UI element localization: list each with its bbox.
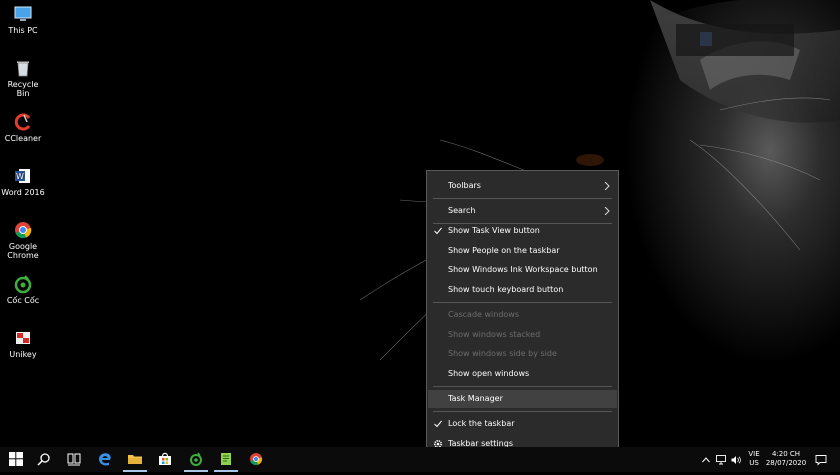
desktop-icon-label: Word 2016 [1,188,45,197]
clock-date: 28/07/2020 [765,459,807,467]
this-pc-icon [14,6,32,21]
coccoc-icon [190,452,202,466]
chevron-right-icon [604,207,610,215]
menu-item-label: Show Windows Ink Workspace button [448,265,598,274]
unikey-icon [16,332,30,344]
network-icon[interactable] [716,455,726,465]
menu-item-toolbars[interactable]: Toolbars [428,177,617,195]
check-icon [434,420,442,428]
input-language-indicator[interactable]: VIE US [746,450,762,475]
taskbar-app-store[interactable] [151,447,179,472]
menu-item-show-touch-keyboard[interactable]: Show touch keyboard button [428,281,617,299]
recycle-bin-icon [17,61,29,77]
menu-separator [433,198,612,199]
taskbar-app-file-explorer[interactable] [121,447,149,472]
menu-item-label: Search [448,206,476,215]
desktop-icon-label: Google Chrome [7,242,39,260]
search-button[interactable] [30,447,58,472]
menu-item-label: Cascade windows [448,310,520,319]
volume-icon[interactable] [731,455,741,465]
taskbar-app-edge[interactable] [91,447,119,472]
menu-item-label: Show windows side by side [448,349,557,358]
menu-item-label: Toolbars [448,181,481,190]
menu-item-show-task-view[interactable]: Show Task View button [428,222,617,240]
desktop-icon-this-pc[interactable]: This PC [0,4,46,35]
taskbar-app-coccoc[interactable] [182,447,210,472]
chevron-right-icon [604,182,610,190]
menu-item-label: Show windows stacked [448,330,541,339]
svg-text:W: W [16,172,24,181]
menu-separator [433,386,612,387]
desktop-icon-label: Unikey [9,350,37,359]
menu-item-label: Lock the taskbar [448,419,515,428]
search-icon [37,453,50,466]
clock[interactable]: 4:20 CH 28/07/2020 [764,450,808,475]
chrome-icon [15,222,32,239]
menu-item-label: Show open windows [448,369,530,378]
taskbar-context-menu: Toolbars Search Show Task View button Sh… [426,170,619,459]
desktop-icon-coccoc[interactable]: Cốc Cốc [0,274,46,305]
menu-item-show-people[interactable]: Show People on the taskbar [428,242,617,260]
ccleaner-icon [14,113,31,131]
notepad-icon [221,453,231,465]
menu-item-task-manager[interactable]: Task Manager [428,390,617,408]
check-icon [434,227,442,235]
taskbar-app-chrome[interactable] [242,447,270,472]
start-icon [9,452,23,466]
task-view-button[interactable] [60,447,88,472]
clock-time: 4:20 CH [771,450,801,458]
word-icon: W [15,169,30,183]
desktop-icon-recycle-bin[interactable]: Recycle Bin [0,58,46,98]
menu-item-label: Task Manager [448,394,503,403]
edge-icon [99,453,111,466]
taskbar[interactable]: VIE US 4:20 CH 28/07/2020 [0,447,840,472]
chevron-up-icon[interactable] [702,456,710,464]
desktop-icon-label: CCleaner [4,134,42,143]
file-explorer-icon [128,455,142,464]
coccoc-icon [14,275,32,294]
menu-item-search[interactable]: Search [428,202,617,220]
desktop-icon-label: This PC [8,26,38,35]
taskbar-app-notepad[interactable] [212,447,240,472]
notification-icon[interactable] [815,454,827,466]
store-icon [159,452,171,465]
menu-item-windows-stacked: Show windows stacked [428,326,617,344]
language-code: VIE [748,450,760,458]
desktop-icon-ccleaner[interactable]: CCleaner [0,112,46,143]
menu-separator [433,302,612,303]
menu-item-lock-taskbar[interactable]: Lock the taskbar [428,415,617,433]
menu-separator [433,411,612,412]
start-button[interactable] [2,447,30,472]
menu-item-label: Show People on the taskbar [448,246,560,255]
menu-item-show-open-windows[interactable]: Show open windows [428,365,617,383]
menu-item-label: Show touch keyboard button [448,285,564,294]
chrome-icon [250,453,263,466]
desktop-icon-unikey[interactable]: Unikey [0,328,46,359]
menu-item-cascade-windows: Cascade windows [428,306,617,324]
desktop-icon-chrome[interactable]: Google Chrome [0,220,46,260]
desktop-icon-label: Cốc Cốc [6,296,40,305]
menu-item-show-ink-workspace[interactable]: Show Windows Ink Workspace button [428,261,617,279]
task-view-icon [67,453,81,466]
desktop-wallpaper [0,0,840,472]
desktop-icon-word[interactable]: W Word 2016 [0,166,46,197]
keyboard-layout: US [749,459,759,467]
menu-item-windows-side-by-side: Show windows side by side [428,345,617,363]
menu-item-label: Show Task View button [448,226,540,235]
desktop-icon-label: Recycle Bin [7,80,39,98]
